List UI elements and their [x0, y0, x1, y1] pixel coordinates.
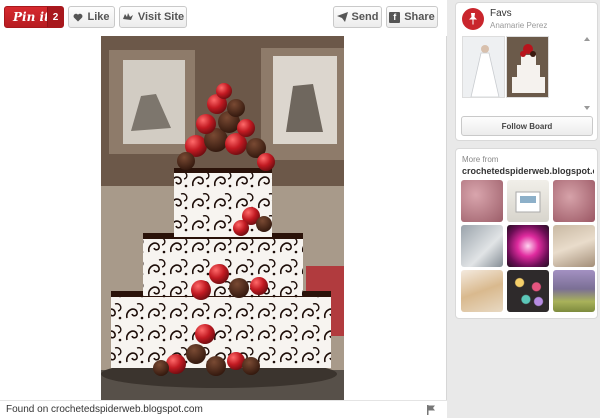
heart-icon: [74, 13, 83, 21]
more-pin-thumbnail[interactable]: [507, 180, 549, 222]
board-card: Favs Anamarie Perez Follow Board: [455, 2, 598, 141]
pin-detail-panel: Pin it 2 Like Visit Site Send f Share Fo…: [0, 0, 447, 418]
pin-image[interactable]: [101, 36, 344, 400]
cake-photo: [101, 36, 344, 400]
found-on-link[interactable]: Found on crochetedspiderweb.blogspot.com: [6, 404, 203, 415]
like-label: Like: [87, 11, 110, 23]
more-pin-thumbnail[interactable]: [553, 180, 595, 222]
flag-icon[interactable]: [427, 405, 435, 415]
pushpin-icon: [469, 13, 477, 25]
more-from-label: More from: [462, 155, 499, 164]
more-pin-thumbnail[interactable]: [461, 180, 503, 222]
board-title[interactable]: Favs: [490, 8, 512, 19]
visit-site-label: Visit Site: [137, 11, 185, 23]
more-pin-thumbnail[interactable]: [507, 270, 549, 312]
board-owner[interactable]: Anamarie Perez: [490, 21, 547, 30]
facebook-icon: f: [389, 11, 401, 23]
follow-board-button[interactable]: Follow Board: [461, 116, 593, 136]
board-thumbnail[interactable]: [506, 36, 549, 98]
like-button[interactable]: Like: [68, 6, 115, 28]
pin-source-bar: Found on crochetedspiderweb.blogspot.com: [0, 400, 447, 418]
pin-toolbar: Pin it 2 Like Visit Site Send f Share: [0, 0, 447, 36]
more-pin-thumbnail[interactable]: [461, 225, 503, 267]
board-avatar[interactable]: [462, 8, 484, 30]
send-button[interactable]: Send: [333, 6, 382, 28]
pin-it-button[interactable]: Pin it 2: [4, 6, 64, 28]
paper-plane-icon: [336, 12, 348, 22]
more-pins-grid: [461, 180, 595, 312]
share-button[interactable]: f Share: [386, 6, 438, 28]
more-pin-thumbnail[interactable]: [461, 270, 503, 312]
more-pin-thumbnail[interactable]: [553, 270, 595, 312]
more-pin-thumbnail[interactable]: [507, 225, 549, 267]
bird-icon: [122, 13, 133, 20]
pin-it-label: Pin it: [13, 10, 50, 24]
pin-count-badge: 2: [47, 7, 63, 27]
board-thumbnail[interactable]: [462, 36, 505, 98]
board-scrollbar[interactable]: [583, 36, 591, 111]
more-pin-thumbnail[interactable]: [553, 225, 595, 267]
more-from-card: More from crochetedspiderweb.blogspot.co…: [455, 148, 598, 319]
send-label: Send: [351, 11, 379, 23]
wedding-dress-thumbnail: [463, 37, 504, 97]
share-label: Share: [404, 11, 435, 23]
more-from-site[interactable]: crochetedspiderweb.blogspot.com: [462, 166, 594, 176]
cake-thumbnail: [507, 37, 548, 97]
visit-site-button[interactable]: Visit Site: [119, 6, 187, 28]
